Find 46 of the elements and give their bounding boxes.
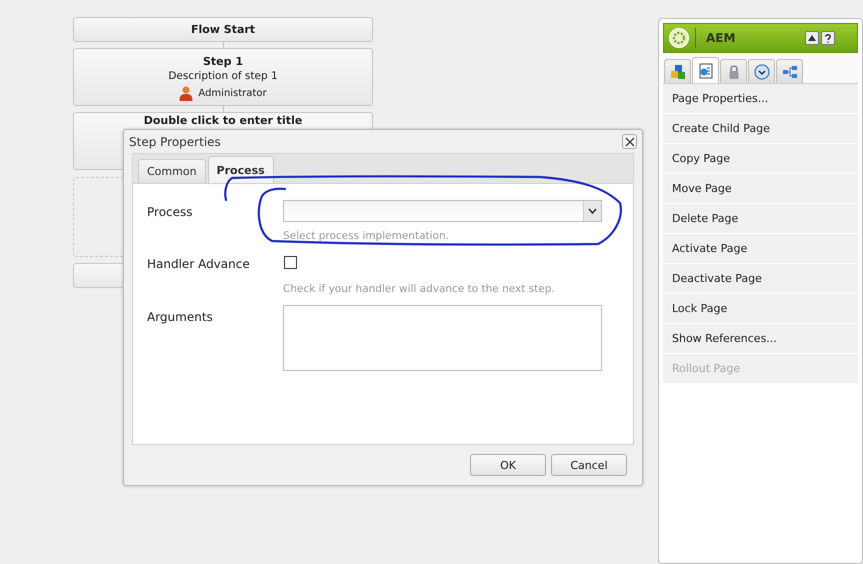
flow-step[interactable]: Step 1 Description of step 1 Administrator	[73, 48, 373, 106]
help-button[interactable]	[821, 31, 835, 45]
dialog-tab[interactable]: Process	[208, 156, 274, 183]
collapse-button[interactable]	[805, 31, 819, 45]
dialog-button[interactable]: OK	[470, 454, 546, 476]
field-label: Process	[147, 204, 194, 221]
field-hint: Select process implementation.	[283, 230, 450, 242]
sitemap-icon	[782, 64, 798, 80]
menu-item[interactable]: Copy Page	[663, 144, 858, 174]
dialog-tab[interactable]: Common	[138, 159, 206, 183]
help-icon	[825, 34, 831, 42]
menu-item[interactable]: Create Child Page	[663, 114, 858, 144]
menu-item[interactable]: Move Page	[663, 174, 858, 204]
sidekick-title: AEM	[706, 31, 736, 45]
dialog-button[interactable]: Cancel	[551, 454, 627, 476]
sidekick-tab[interactable]	[692, 57, 719, 83]
chevron-down-icon	[588, 208, 597, 214]
menu-item[interactable]: Deactivate Page	[663, 264, 858, 294]
node-title: Flow Start	[190, 22, 256, 36]
arguments-field[interactable]	[283, 305, 602, 371]
document-icon	[698, 62, 714, 78]
close-button[interactable]	[622, 134, 637, 149]
assignee-name: Administrator	[198, 88, 267, 98]
dialog-title: Step Properties	[129, 134, 221, 148]
blocks-icon	[670, 64, 686, 80]
sidekick-tab[interactable]	[776, 59, 803, 83]
sidekick-tab[interactable]	[748, 59, 775, 83]
menu-item[interactable]: Show References...	[663, 324, 858, 354]
step-title: Double click to enter title	[144, 114, 302, 128]
logo-icon	[669, 28, 689, 48]
sidekick-tab[interactable]	[720, 59, 747, 83]
close-icon	[624, 136, 634, 146]
field-label: Handler Advance	[147, 256, 251, 273]
menu-item[interactable]: Lock Page	[663, 294, 858, 324]
triangle-up-icon	[808, 35, 816, 41]
field-label: Arguments	[147, 309, 214, 326]
flow-node[interactable]: Flow Start	[73, 17, 373, 42]
step-title: Step 1	[203, 55, 243, 69]
menu-item[interactable]: Page Properties...	[663, 84, 858, 114]
checkbox[interactable]	[284, 256, 297, 269]
field-hint: Check if your handler will advance to the next step.	[283, 283, 555, 295]
user-icon	[179, 85, 194, 101]
sidekick-tab[interactable]	[664, 59, 691, 83]
menu-item[interactable]: Activate Page	[663, 234, 858, 264]
step-description: Description of step 1	[168, 69, 278, 83]
menu-item[interactable]: Delete Page	[663, 204, 858, 234]
